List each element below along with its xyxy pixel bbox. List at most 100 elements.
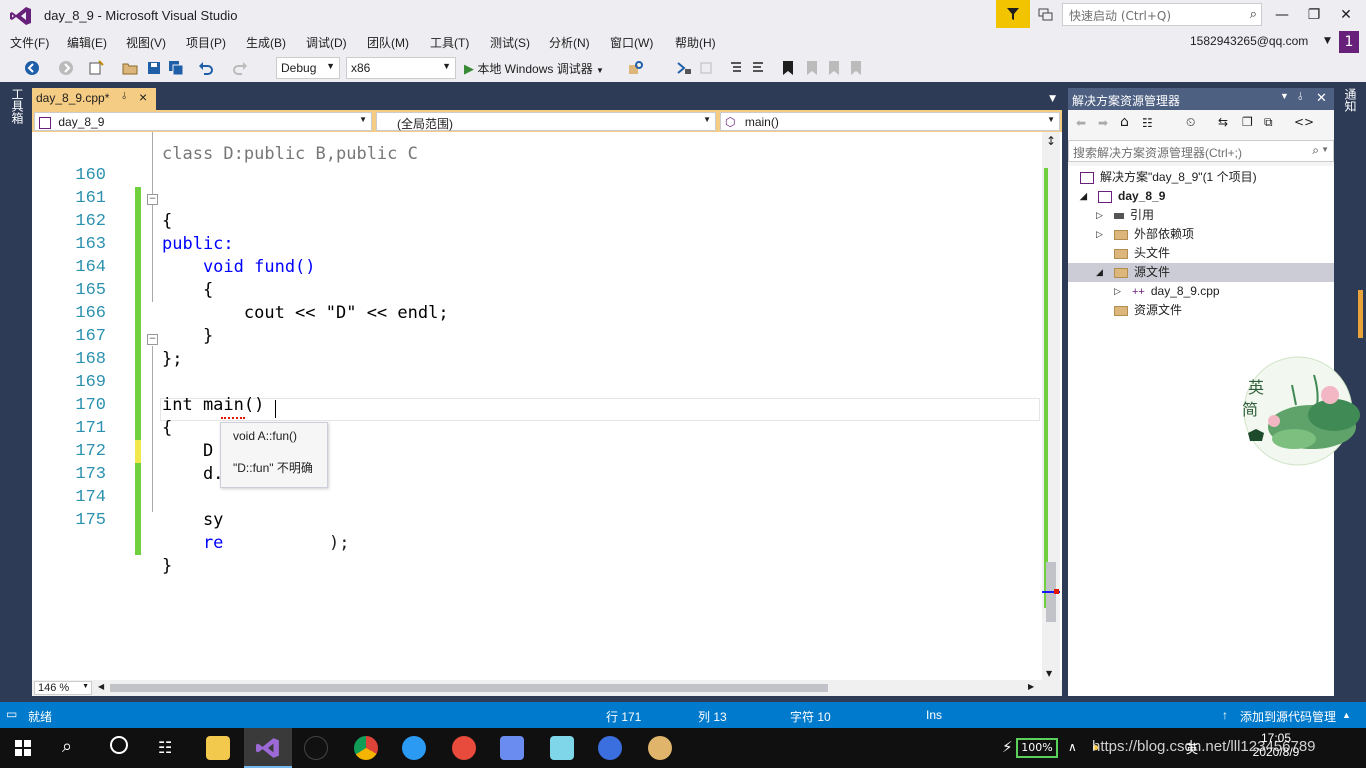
tree-item-resource-files[interactable]: 资源文件: [1114, 301, 1182, 320]
menu-help[interactable]: 帮助(H): [675, 34, 716, 51]
new-project-icon[interactable]: [88, 60, 104, 76]
horizontal-scroll-thumb[interactable]: [110, 684, 828, 692]
battery-indicator[interactable]: 100%: [1016, 738, 1058, 758]
zoom-select[interactable]: 146 % ▼: [34, 681, 92, 695]
menu-analyze[interactable]: 分析(N): [549, 34, 590, 51]
file-explorer-icon[interactable]: [206, 736, 230, 760]
paint-icon[interactable]: [648, 736, 672, 760]
uncomment-lines-icon[interactable]: [750, 60, 766, 76]
solution-platform-select[interactable]: x86 ▼: [346, 57, 456, 79]
sync-icon[interactable]: ⇆: [1218, 115, 1228, 129]
collapsed-arrow-icon[interactable]: ▷: [1114, 282, 1121, 301]
bookmark-icon[interactable]: [780, 60, 796, 76]
close-button[interactable]: ✕: [1332, 4, 1360, 26]
tree-item-cpp-file[interactable]: ▷ ++ day_8_9.cpp: [1114, 282, 1220, 301]
output-window-icon[interactable]: ▭: [6, 707, 17, 721]
qq-icon[interactable]: [304, 736, 328, 760]
menu-debug[interactable]: 调试(D): [306, 34, 347, 51]
menu-build[interactable]: 生成(B): [246, 34, 286, 51]
minimize-button[interactable]: —: [1268, 4, 1296, 26]
account-badge[interactable]: 1: [1339, 31, 1359, 53]
account-dropdown-icon[interactable]: ▼: [1324, 36, 1331, 46]
tab-day-8-9-cpp[interactable]: day_8_9.cpp* ⫰ ×: [32, 88, 156, 110]
add-to-source-control-button[interactable]: 添加到源代码管理: [1240, 708, 1336, 725]
solution-explorer-title-bar[interactable]: 解决方案资源管理器 ▼ ⫰ ✕: [1068, 88, 1334, 110]
step-icon[interactable]: [676, 60, 692, 76]
collapsed-arrow-icon[interactable]: ▷: [1096, 206, 1103, 225]
menu-window[interactable]: 窗口(W): [610, 34, 653, 51]
chrome-icon[interactable]: [354, 736, 378, 760]
collapsed-arrow-icon[interactable]: ▷: [1096, 225, 1103, 244]
home-icon[interactable]: ⌂: [1120, 114, 1129, 130]
notifications-tab[interactable]: 通知: [1342, 88, 1359, 112]
cortana-icon[interactable]: [110, 736, 128, 754]
project-select[interactable]: day_8_9 ▼: [34, 112, 372, 131]
menu-view[interactable]: 视图(V): [126, 34, 166, 51]
function-select[interactable]: ⬡ main() ▼: [720, 112, 1060, 131]
pin-icon[interactable]: ⫰: [1298, 91, 1303, 104]
undo-icon[interactable]: [198, 60, 214, 76]
window-position-dropdown-icon[interactable]: ▼: [1280, 91, 1289, 101]
menu-test[interactable]: 测试(S): [490, 34, 530, 51]
feedback-icon[interactable]: [1036, 6, 1054, 24]
visual-studio-taskbar-icon[interactable]: [256, 736, 280, 760]
comment-lines-icon[interactable]: [728, 60, 744, 76]
menu-tools[interactable]: 工具(T): [430, 34, 469, 51]
netease-music-icon[interactable]: [452, 736, 476, 760]
find-in-files-icon[interactable]: [628, 60, 644, 76]
scroll-right-icon[interactable]: ▶: [1028, 682, 1034, 691]
horizontal-scrollbar[interactable]: 146 % ▼ ◀ ▶: [32, 680, 1062, 696]
pin-icon[interactable]: ⫰: [122, 91, 126, 102]
feishu-icon[interactable]: [402, 736, 426, 760]
browser-icon[interactable]: [598, 736, 622, 760]
show-hidden-icons-chevron-icon[interactable]: ∧: [1068, 740, 1077, 754]
menu-file[interactable]: 文件(F): [10, 34, 49, 51]
solution-configuration-select[interactable]: Debug ▼: [276, 57, 340, 79]
open-file-icon[interactable]: [122, 60, 138, 76]
tree-item-references[interactable]: ▷ 引用: [1096, 206, 1154, 225]
code-view-icon[interactable]: <>: [1294, 115, 1314, 129]
menu-team[interactable]: 团队(M): [367, 34, 409, 51]
pending-changes-filter-icon[interactable]: ⏲: [1186, 115, 1195, 130]
quick-launch-input[interactable]: 快速启动 (Ctrl+Q) ⌕: [1062, 3, 1262, 26]
menu-project[interactable]: 项目(P): [186, 34, 226, 51]
chevron-up-icon[interactable]: ▲: [1342, 710, 1351, 720]
account-name[interactable]: 1582943265@qq.com: [1190, 34, 1308, 48]
close-icon[interactable]: ✕: [1316, 90, 1327, 106]
split-icon[interactable]: ↕: [1044, 134, 1058, 148]
search-icon[interactable]: ⌕: [62, 736, 72, 757]
redo-icon[interactable]: [232, 60, 248, 76]
start-debugging-button[interactable]: ▶ 本地 Windows 调试器 ▼: [464, 60, 604, 77]
code-editor[interactable]: class D:public B,public C − − 160 { 161 …: [32, 132, 1062, 680]
scroll-left-icon[interactable]: ◀: [98, 682, 104, 691]
notification-flag-button[interactable]: [996, 0, 1030, 28]
show-all-files-icon[interactable]: ⧉: [1264, 115, 1273, 130]
task-view-icon[interactable]: ☷: [158, 738, 172, 757]
tree-item-project[interactable]: ◢ day_8_9: [1080, 187, 1165, 206]
vs-code-like-icon[interactable]: [500, 736, 524, 760]
scope-select[interactable]: (全局范围) ▼: [376, 112, 716, 131]
expanded-arrow-icon[interactable]: ◢: [1080, 187, 1087, 206]
tree-item-external-deps[interactable]: ▷ 外部依赖项: [1096, 225, 1194, 244]
solution-search-input[interactable]: 搜索解决方案资源管理器(Ctrl+;) ⌕ ▼: [1068, 140, 1334, 162]
save-all-icon[interactable]: [168, 60, 184, 76]
switch-views-icon[interactable]: ☷: [1142, 116, 1153, 130]
back-icon[interactable]: ⬅: [1076, 116, 1086, 130]
tab-overflow-chevron-icon[interactable]: ▼: [1049, 94, 1056, 104]
tree-item-solution[interactable]: 解决方案"day_8_9"(1 个项目): [1080, 168, 1257, 187]
forward-icon[interactable]: [58, 60, 74, 76]
toolbox-tab[interactable]: 工具箱: [9, 88, 26, 124]
back-icon[interactable]: [24, 60, 40, 76]
tree-item-source-files[interactable]: ◢ 源文件: [1068, 263, 1334, 282]
vertical-scrollbar[interactable]: ↕ ▼: [1042, 132, 1060, 680]
forward-icon[interactable]: ➡: [1098, 116, 1108, 130]
scroll-down-icon[interactable]: ▼: [1046, 669, 1052, 678]
windows-start-icon[interactable]: [15, 740, 31, 756]
save-icon[interactable]: [146, 60, 162, 76]
notes-app-icon[interactable]: [550, 736, 574, 760]
expanded-arrow-icon[interactable]: ◢: [1096, 263, 1103, 282]
tree-item-header-files[interactable]: 头文件: [1114, 244, 1170, 263]
maximize-button[interactable]: ❐: [1300, 4, 1328, 26]
collapse-all-icon[interactable]: ❐: [1242, 115, 1253, 129]
menu-edit[interactable]: 编辑(E): [67, 34, 107, 51]
